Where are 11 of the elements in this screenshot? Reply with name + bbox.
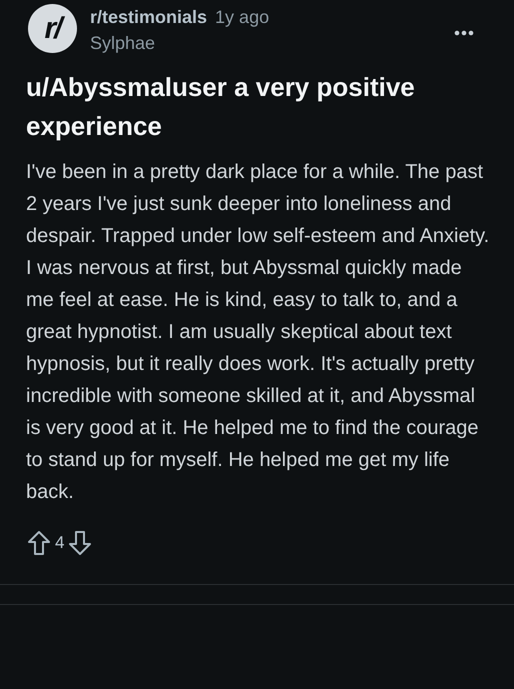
author-name[interactable]: Sylphae — [90, 30, 156, 56]
downvote-icon[interactable] — [68, 530, 92, 556]
post-title: u/Abyssmaluser a very positive experience — [25, 71, 416, 143]
upvote-icon[interactable] — [27, 530, 51, 556]
subreddit-avatar[interactable]: r/ — [28, 4, 77, 53]
vote-score: 4 — [55, 532, 64, 554]
post-time: 1y ago — [215, 6, 270, 29]
more-options-icon[interactable] — [454, 30, 474, 36]
post-body-paragraph: I've been in a pretty dark place for a while. The past 2 years I've just sunk deeper into loneliness and despair. Trapped under low self-esteem and Anxiety. — [26, 160, 490, 249]
post-body-paragraph: I was nervous at first, but Abyssmal quickly made me feel at ease. He is kind, easy to talk to, and a great hypnotist. I am usually skeptical about text hypnosis, but it really does work. It's actually pretty incredible with someone skilled at it, and Abyssmal is very good at it. He helped me to find the courage to stand up for myself. He helped me get my life back. — [26, 256, 480, 505]
subreddit-name[interactable]: r/testimonials — [90, 4, 208, 30]
